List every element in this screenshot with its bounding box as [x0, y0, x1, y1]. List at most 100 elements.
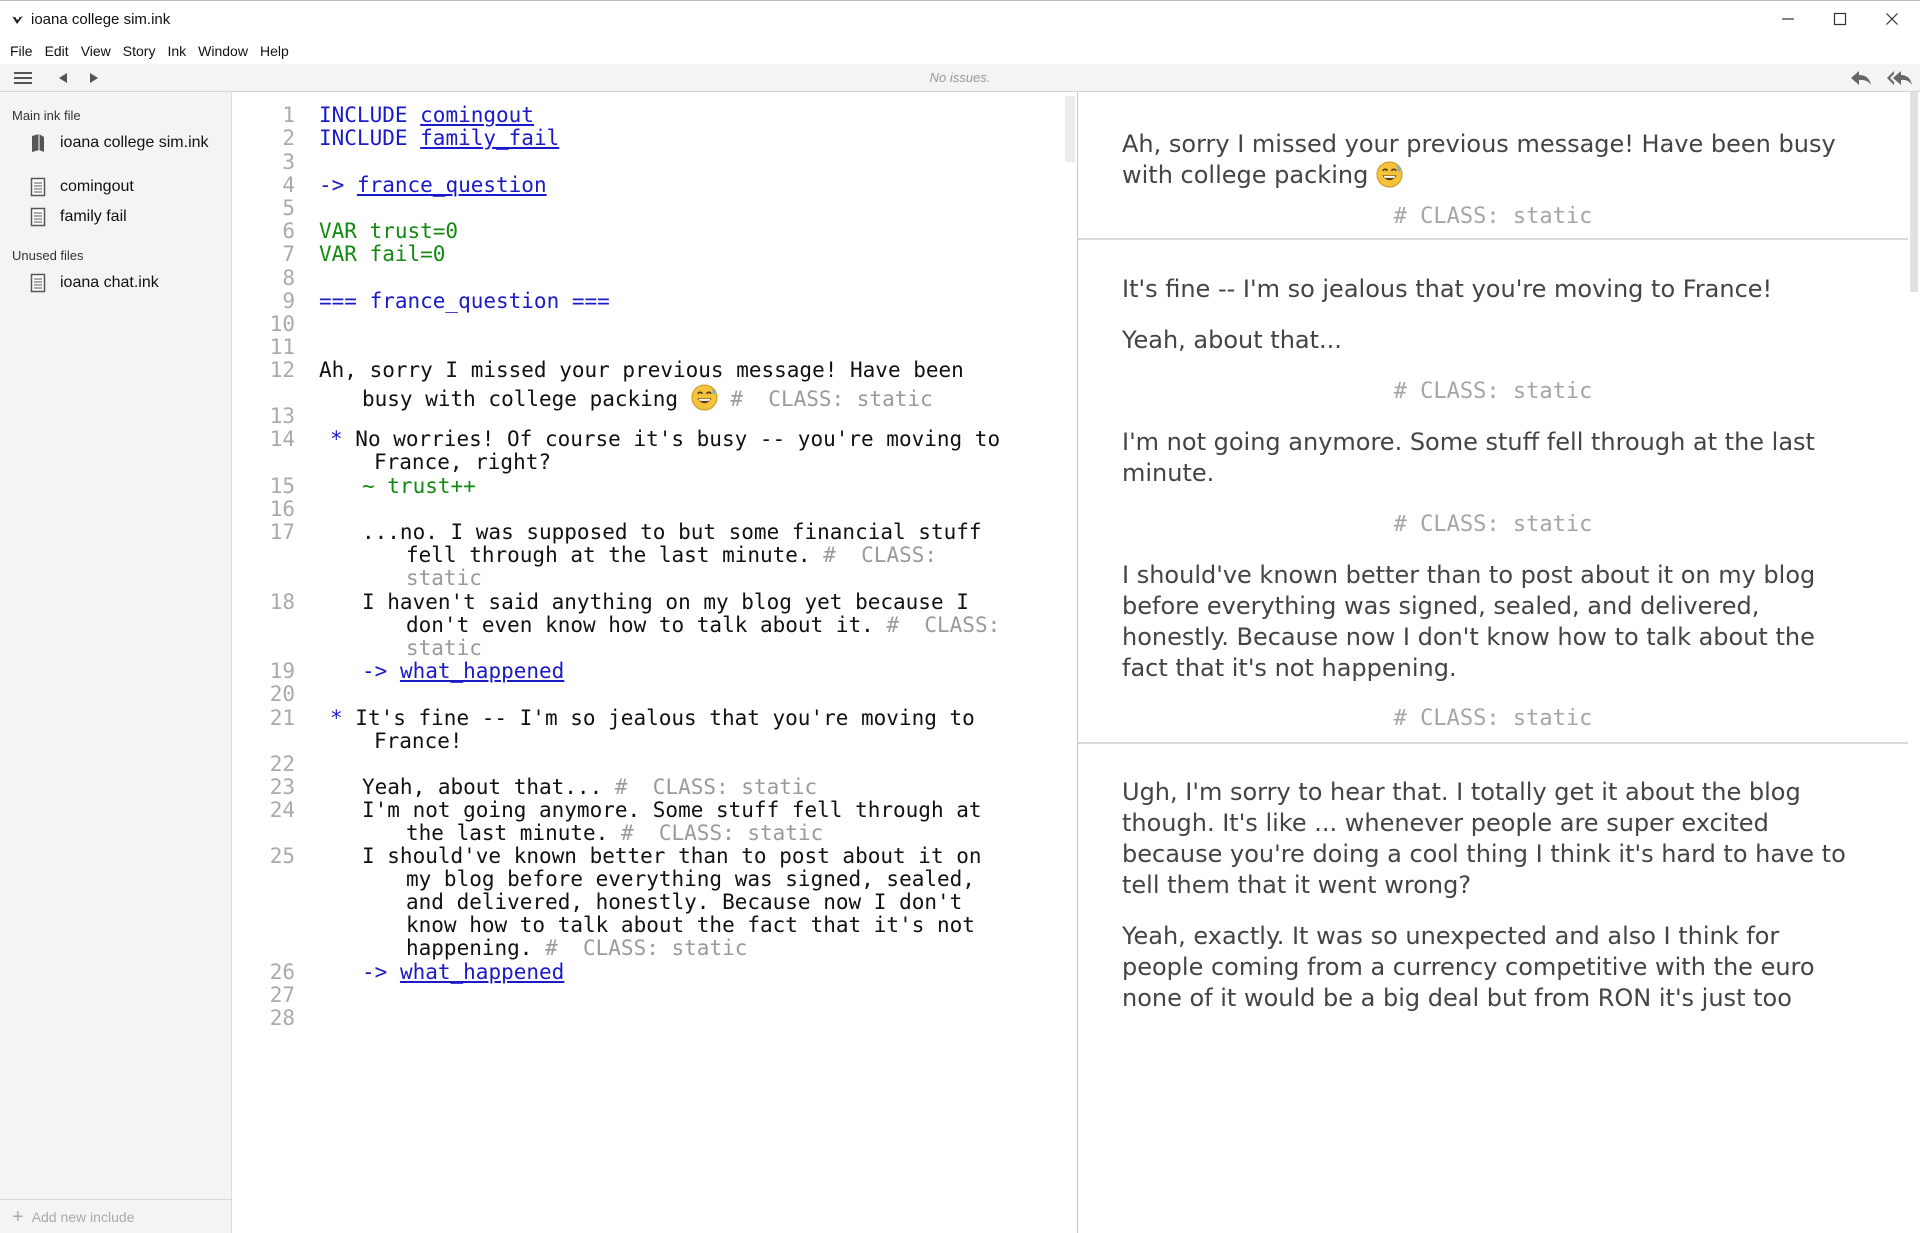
- story-text-line: before everything was signed, sealed, an…: [1122, 592, 1759, 620]
- preview-scroll-thumb[interactable]: [1910, 92, 1918, 292]
- tag-text: # CLASS: static: [614, 775, 818, 799]
- maximize-icon: [1833, 12, 1847, 26]
- menu-window[interactable]: Window: [192, 38, 254, 64]
- plus-icon: +: [12, 1205, 24, 1228]
- code-line: -> what_happened: [362, 659, 564, 683]
- line-number: 4: [282, 173, 295, 197]
- code-line: * It's fine -- I'm so jealous that you'r…: [330, 706, 975, 730]
- include-item-family-fail[interactable]: family fail: [30, 204, 127, 230]
- tag-text: # CLASS: static: [620, 821, 824, 845]
- line-number: 15: [269, 474, 295, 498]
- story-text-line: none of it would be a big deal but from …: [1122, 984, 1792, 1012]
- tag-text: # CLASS:: [823, 543, 938, 567]
- story-text: honestly. Because now I don't know how t…: [1122, 623, 1815, 651]
- story-text-line: Yeah, about that...: [1122, 326, 1342, 354]
- line-number: 11: [269, 335, 295, 359]
- maximize-button[interactable]: [1814, 1, 1866, 37]
- knot-link[interactable]: family_fail: [420, 126, 559, 150]
- restart-story-button[interactable]: [1884, 67, 1916, 89]
- line-number: 3: [282, 150, 295, 174]
- code-line: my blog before everything was signed, se…: [406, 867, 975, 891]
- code-line: France, right?: [374, 450, 551, 474]
- story-text-line: with college packing: [1122, 161, 1403, 189]
- line-number: 19: [269, 659, 295, 683]
- main-file-item[interactable]: ioana college sim.ink: [30, 130, 209, 156]
- knot-link[interactable]: france_question: [357, 173, 547, 197]
- code-line: static: [406, 566, 482, 590]
- line-number: 1: [282, 103, 295, 127]
- story-text: minute.: [1122, 459, 1215, 487]
- story-text: tell them that it went wrong?: [1122, 871, 1472, 899]
- knot-link[interactable]: what_happened: [400, 960, 564, 984]
- story-text-line: people coming from a currency competitiv…: [1122, 953, 1815, 981]
- line-number: 23: [269, 775, 295, 799]
- code-line: and delivered, honestly. Because now I d…: [406, 890, 962, 914]
- story-text: Yeah, about that...: [1122, 326, 1342, 354]
- menu-file[interactable]: File: [4, 38, 39, 64]
- menu-view[interactable]: View: [75, 38, 117, 64]
- ink-editor[interactable]: 1 2 3 4 5 6 7 8 9 10 11 12 13 14 15 16 17 18 19 20 21 22 23 24 2…: [233, 92, 1063, 1233]
- knot-link[interactable]: what_happened: [400, 659, 564, 683]
- line-number: 18: [269, 590, 295, 614]
- code-line: INCLUDE comingout: [319, 103, 534, 127]
- close-button[interactable]: [1866, 1, 1918, 37]
- document-icon: [30, 207, 46, 227]
- story-text-line: I'm not going anymore. Some stuff fell t…: [1122, 428, 1815, 456]
- line-number: 7: [282, 242, 295, 266]
- line-number: 13: [269, 404, 295, 428]
- minimize-icon: [1782, 18, 1794, 20]
- title-bar: ioana college sim.ink: [0, 0, 1920, 38]
- line-number: 21: [269, 706, 295, 730]
- editor-scroll-thumb[interactable]: [1065, 96, 1075, 162]
- code-text: *: [330, 427, 356, 451]
- story-tag: # CLASS: static: [1393, 706, 1593, 731]
- code-line: INCLUDE family_fail: [319, 126, 559, 150]
- code-text: === france_question ===: [319, 289, 610, 313]
- preview-scrollbar[interactable]: [1908, 92, 1920, 1233]
- code-line: Ah, sorry I missed your previous message…: [319, 358, 964, 382]
- menu-ink[interactable]: Ink: [161, 38, 192, 64]
- code-line: I should've known better than to post ab…: [362, 844, 982, 868]
- story-text-line: because you're doing a cool thing I thin…: [1122, 840, 1846, 868]
- code-text: the last minute.: [406, 821, 621, 845]
- tag-text: # CLASS:: [886, 613, 1001, 637]
- knot-link[interactable]: comingout: [420, 103, 534, 127]
- story-text: I'm not going anymore. Some stuff fell t…: [1122, 428, 1815, 456]
- story-preview: Ah, sorry I missed your previous message…: [1078, 92, 1908, 1233]
- code-line: happening. # CLASS: static: [406, 936, 747, 960]
- reply-icon: [1851, 71, 1871, 85]
- include-name: family fail: [60, 208, 127, 225]
- editor-scrollbar[interactable]: [1063, 92, 1077, 1233]
- code-line: know how to talk about the fact that it'…: [406, 913, 975, 937]
- menu-story[interactable]: Story: [117, 38, 162, 64]
- sweat-smile-emoji-icon: [691, 384, 718, 411]
- story-text: before everything was signed, sealed, an…: [1122, 592, 1760, 620]
- rewind-one-button[interactable]: [1846, 67, 1876, 89]
- code-text: ->: [362, 659, 400, 683]
- minimize-button[interactable]: [1762, 1, 1814, 37]
- line-number: 8: [282, 266, 295, 290]
- turn-divider: [1078, 238, 1908, 240]
- story-text: though. It's like ... whenever people ar…: [1122, 809, 1769, 837]
- line-number: 28: [269, 1006, 295, 1030]
- window-title: ioana college sim.ink: [31, 11, 171, 28]
- unused-file-name: ioana chat.ink: [60, 274, 159, 291]
- menu-help[interactable]: Help: [254, 38, 295, 64]
- story-text-line: Ugh, I'm sorry to hear that. I totally g…: [1122, 778, 1801, 806]
- unused-files-label: Unused files: [12, 248, 84, 263]
- unused-item-ioana-chat[interactable]: ioana chat.ink: [30, 270, 159, 296]
- line-number: 14: [269, 427, 295, 451]
- code-line: ...no. I was supposed to but some financ…: [362, 520, 982, 544]
- include-item-comingout[interactable]: comingout: [30, 174, 134, 200]
- story-text-line: It's fine -- I'm so jealous that you're …: [1122, 275, 1772, 303]
- code-text: ...no. I was supposed to but some financ…: [362, 520, 982, 544]
- code-line: -> what_happened: [362, 960, 564, 984]
- story-text: Ugh, I'm sorry to hear that. I totally g…: [1122, 778, 1801, 806]
- code-text: happening.: [406, 936, 546, 960]
- code-line: VAR fail=0: [319, 242, 445, 266]
- story-text: because you're doing a cool thing I thin…: [1122, 840, 1846, 868]
- add-new-include-button[interactable]: + Add new include: [0, 1199, 232, 1233]
- code-text: know how to talk about the fact that it'…: [406, 913, 975, 937]
- menu-edit[interactable]: Edit: [39, 38, 75, 64]
- turn-divider: [1078, 742, 1908, 744]
